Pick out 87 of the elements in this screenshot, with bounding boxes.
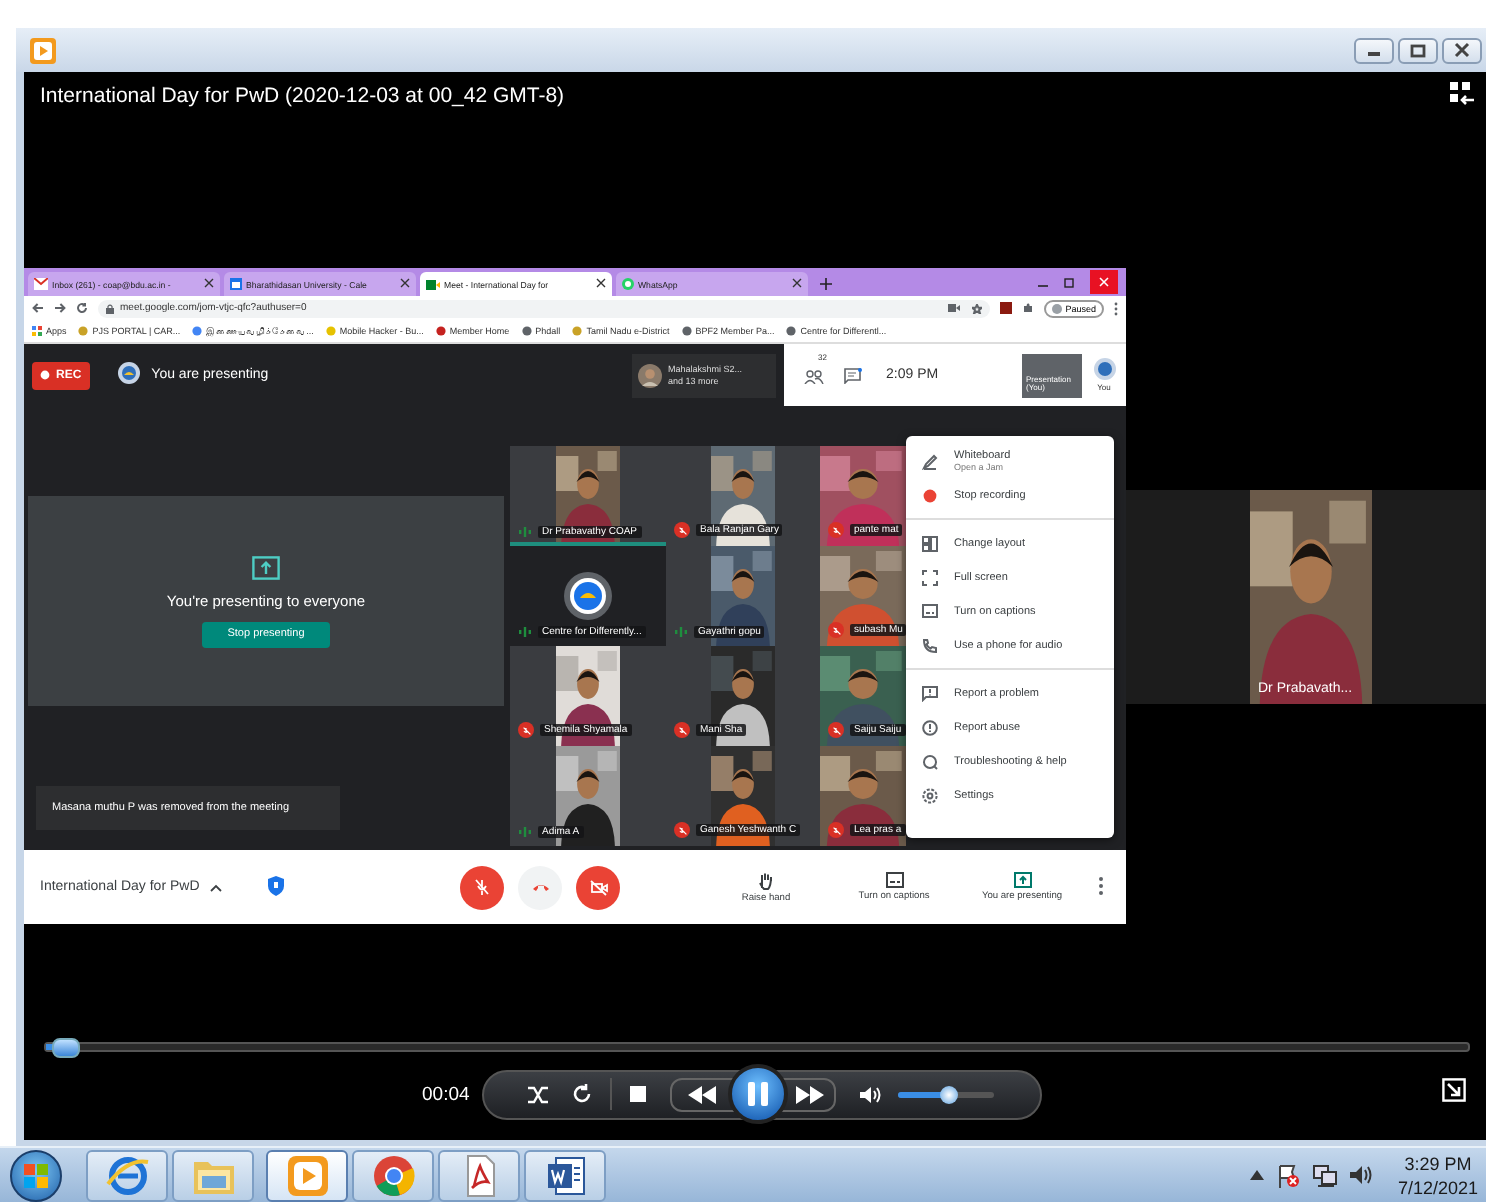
close-icon [400, 278, 410, 288]
document-icon [461, 1153, 497, 1197]
speaker-icon [860, 1085, 882, 1103]
report-icon [922, 685, 938, 701]
present-icon [252, 555, 280, 579]
warning-icon [922, 719, 938, 735]
word-doc-icon [543, 1153, 587, 1197]
windows-logo-icon [24, 1163, 48, 1187]
phone-icon [922, 637, 938, 653]
captions-icon [922, 604, 938, 618]
logo-icon [117, 361, 140, 383]
pause-button[interactable] [728, 1064, 788, 1124]
next-button[interactable] [796, 1085, 824, 1103]
more-icon [1098, 875, 1104, 895]
back-icon [32, 302, 44, 314]
record-icon [922, 487, 938, 503]
new-tab-icon [820, 278, 832, 290]
clock[interactable]: 3:29 PM 7/12/2021 [1397, 1151, 1478, 1199]
caret-icon [1249, 1170, 1264, 1180]
pause-icon [748, 1082, 768, 1106]
layout-icon [922, 535, 938, 551]
help-icon [922, 753, 938, 769]
shuffle-button[interactable] [528, 1085, 548, 1103]
captions-icon [885, 871, 903, 887]
chat-icon [844, 367, 862, 383]
shield-icon [267, 875, 284, 895]
apps-grid-icon [32, 326, 42, 336]
taskbar-button[interactable] [438, 1149, 520, 1201]
repeat-button[interactable] [572, 1084, 592, 1104]
maximize-icon [1410, 43, 1426, 57]
player-app-icon [287, 1155, 327, 1195]
hand-icon [757, 871, 775, 889]
settings-icon [922, 787, 938, 803]
caret-icon [209, 883, 222, 891]
taskbar-button[interactable] [266, 1149, 348, 1201]
restore-icon [1064, 277, 1074, 287]
browser-icon [371, 1153, 415, 1197]
fullscreen-icon [922, 569, 938, 585]
close-button[interactable] [1442, 37, 1482, 63]
taskbar-button[interactable] [86, 1149, 168, 1201]
flag-icon [1275, 1163, 1300, 1187]
hang-up-icon [531, 882, 549, 892]
camera-off-button[interactable] [576, 865, 620, 909]
shuffle-icon [528, 1085, 548, 1103]
seek-handle[interactable] [52, 1037, 81, 1057]
repeat-icon [572, 1084, 592, 1104]
logo-icon [564, 572, 612, 620]
stop-icon [630, 1086, 646, 1102]
taskbar-button[interactable] [352, 1149, 434, 1201]
avatar-icon [1051, 303, 1062, 313]
avatar-icon [638, 363, 662, 387]
minimize-button[interactable] [1354, 37, 1394, 63]
avatar-icon [1093, 358, 1115, 380]
elapsed-time: 00:04 [422, 1083, 472, 1105]
mic-off-button[interactable] [460, 865, 504, 909]
star-icon [971, 303, 982, 313]
close-icon [596, 278, 606, 288]
close-icon [204, 278, 214, 288]
present-icon [1013, 871, 1031, 887]
mute-button[interactable] [860, 1085, 882, 1103]
fast-forward-icon [796, 1085, 824, 1103]
reload-icon [76, 302, 88, 314]
switch-view-icon [1450, 81, 1474, 105]
close-icon [792, 278, 802, 288]
lock-icon [106, 303, 114, 313]
video-title: International Day for PwD (2020-12-03 at 00_42 GMT-8) [40, 84, 565, 108]
people-icon [804, 369, 824, 383]
camera-off-icon [589, 879, 607, 895]
forward-icon [54, 302, 66, 314]
volume-slider[interactable] [898, 1091, 994, 1097]
speaker-icon [1349, 1164, 1374, 1186]
video-camera-icon [426, 279, 440, 289]
pen-icon [922, 453, 938, 469]
maximize-button[interactable] [1398, 37, 1438, 63]
start-button[interactable] [10, 1149, 62, 1201]
calendar-icon [230, 278, 242, 290]
volume-handle[interactable] [939, 1085, 958, 1103]
camera-icon [947, 303, 960, 311]
close-icon [1454, 42, 1470, 58]
rewind-icon [688, 1085, 716, 1103]
chat-bubble-icon [622, 278, 634, 290]
taskbar-button[interactable] [524, 1149, 606, 1201]
player-app-icon [30, 37, 56, 63]
network-icon [1311, 1163, 1338, 1187]
previous-button[interactable] [688, 1085, 716, 1103]
mail-icon [34, 278, 48, 290]
mic-off-icon [474, 878, 490, 896]
